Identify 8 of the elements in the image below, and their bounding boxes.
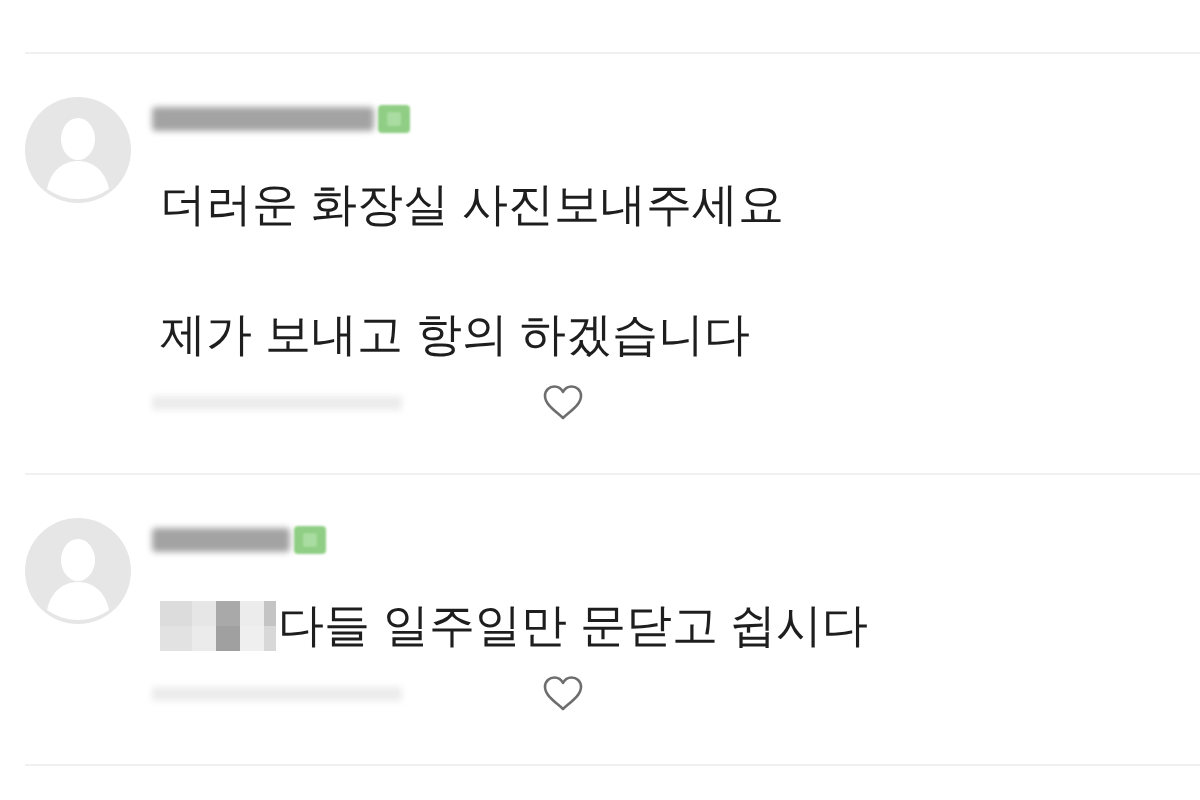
badge-icon	[378, 105, 410, 133]
default-avatar-icon	[25, 97, 131, 203]
heart-icon[interactable]	[543, 385, 583, 421]
comment-text: 더러운 화장실 사진보내주세요 제가 보내고 항의 하겠습니다	[160, 177, 784, 362]
badge-icon	[294, 526, 326, 554]
comment-text: 다들 일주일만 문닫고 쉽시다	[278, 598, 869, 653]
default-avatar-icon	[25, 518, 131, 624]
heart-icon[interactable]	[543, 676, 583, 712]
